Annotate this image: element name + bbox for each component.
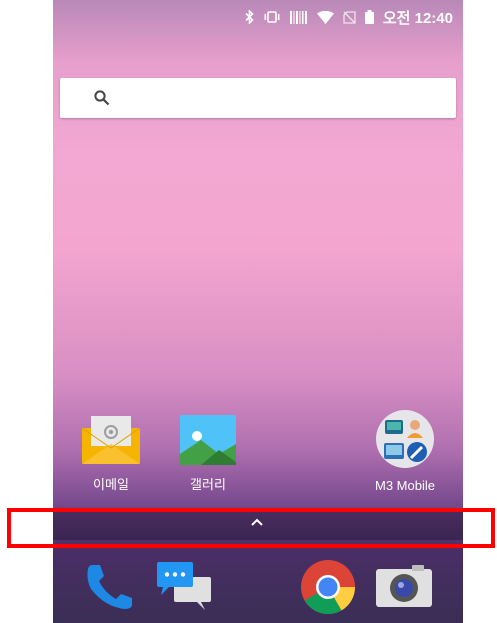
camera-icon: [376, 565, 432, 607]
search-icon: [94, 90, 110, 106]
dock-chrome[interactable]: [300, 559, 356, 620]
chrome-icon: [301, 560, 355, 615]
messages-icon: [157, 562, 211, 610]
app-email[interactable]: 이메일: [66, 414, 156, 493]
nfc-barcode-icon: [289, 10, 307, 24]
search-bar[interactable]: [60, 78, 456, 118]
dock-camera[interactable]: [374, 563, 434, 614]
m3-mobile-folder-icon: [376, 410, 434, 468]
no-sim-icon: [343, 10, 356, 24]
email-icon: [81, 416, 141, 464]
app-folder-m3-mobile[interactable]: M3 Mobile: [360, 408, 450, 493]
status-bar: 오전 12:40: [53, 0, 463, 34]
app-gallery[interactable]: 갤러리: [163, 414, 253, 493]
phone-icon: [87, 565, 132, 609]
vibrate-icon: [264, 11, 280, 23]
app-label-m3-mobile: M3 Mobile: [375, 478, 435, 493]
status-icons: 오전 12:40: [245, 8, 453, 27]
clock: 오전 12:40: [382, 9, 453, 27]
highlight-box: [7, 508, 495, 548]
app-label-gallery: 갤러리: [190, 477, 226, 492]
wifi-icon: [316, 10, 334, 24]
battery-icon: [364, 10, 374, 24]
app-label-email: 이메일: [93, 477, 129, 492]
dock-messages[interactable]: [155, 560, 213, 617]
dock-phone[interactable]: [83, 562, 135, 615]
gallery-icon: [180, 415, 236, 465]
bluetooth-icon: [245, 10, 254, 24]
